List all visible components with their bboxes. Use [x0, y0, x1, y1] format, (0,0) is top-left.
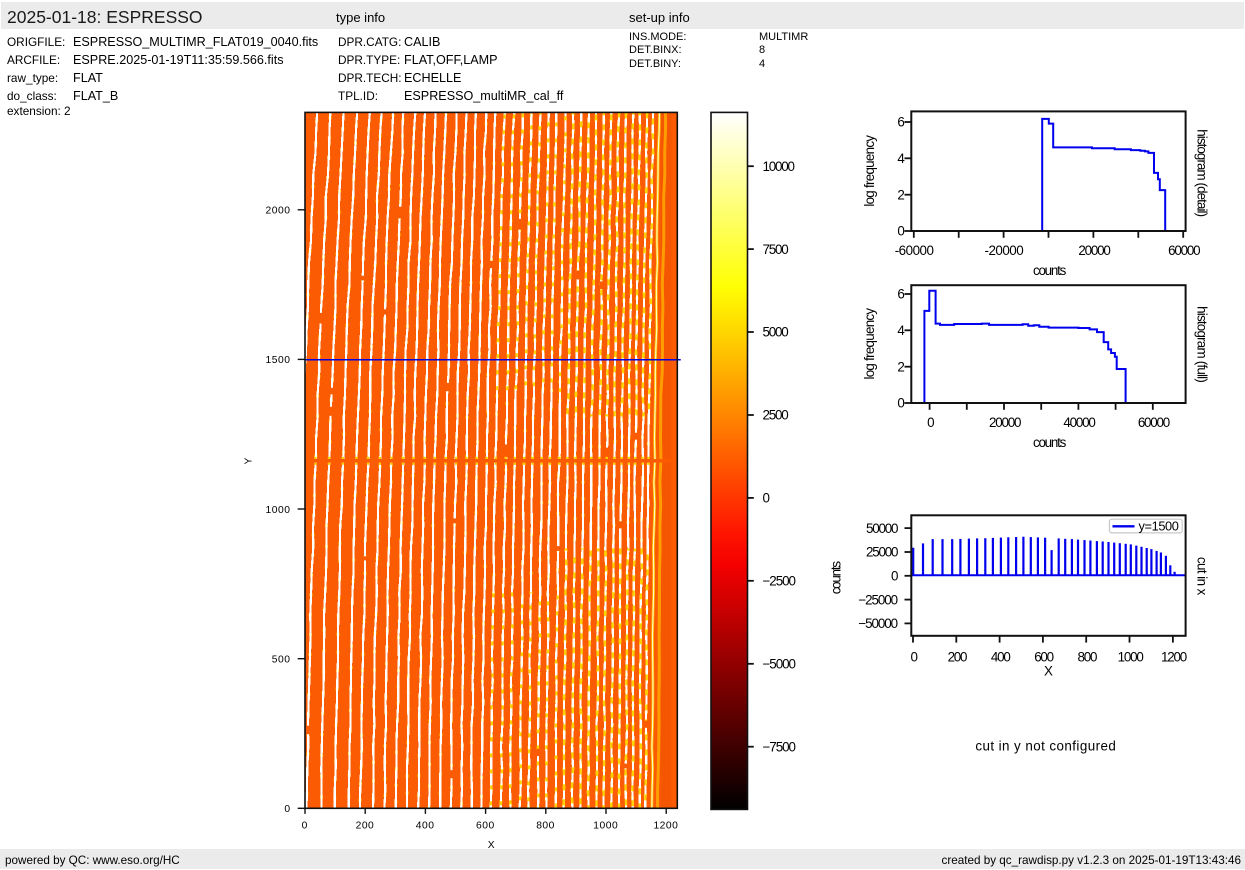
- svg-text:400: 400: [416, 821, 435, 832]
- svg-text:4: 4: [897, 323, 905, 338]
- svg-text:-60000: -60000: [895, 243, 934, 258]
- svg-text:−7500: −7500: [763, 739, 796, 754]
- svg-text:histogram (detail): histogram (detail): [1195, 129, 1210, 216]
- svg-text:2500: 2500: [763, 408, 789, 423]
- svg-text:−25000: −25000: [858, 592, 897, 607]
- svg-text:0: 0: [302, 821, 308, 832]
- svg-text:20000: 20000: [1078, 243, 1110, 258]
- svg-text:5000: 5000: [763, 325, 789, 340]
- svg-text:Y: Y: [244, 457, 255, 464]
- svg-text:2: 2: [897, 359, 904, 374]
- svg-text:10000: 10000: [763, 159, 795, 174]
- svg-text:histogram (full): histogram (full): [1195, 306, 1210, 382]
- svg-text:0: 0: [897, 224, 904, 239]
- svg-text:log frequency: log frequency: [862, 135, 877, 207]
- svg-text:200: 200: [356, 821, 375, 832]
- svg-text:200: 200: [948, 650, 967, 665]
- svg-text:40000: 40000: [1063, 415, 1095, 430]
- svg-text:1000: 1000: [1118, 650, 1144, 665]
- svg-text:600: 600: [476, 821, 495, 832]
- svg-text:800: 800: [1078, 650, 1097, 665]
- svg-text:0: 0: [927, 415, 934, 430]
- svg-text:−2500: −2500: [763, 574, 796, 589]
- svg-text:1200: 1200: [1161, 650, 1187, 665]
- svg-text:6: 6: [897, 115, 904, 130]
- svg-text:6: 6: [897, 287, 904, 302]
- svg-text:y=1500: y=1500: [1139, 519, 1179, 534]
- svg-text:-20000: -20000: [985, 243, 1024, 258]
- svg-text:0: 0: [897, 396, 904, 411]
- svg-text:2000: 2000: [265, 206, 290, 217]
- svg-text:−50000: −50000: [858, 616, 897, 631]
- svg-text:X: X: [1044, 664, 1053, 679]
- svg-text:600: 600: [1034, 650, 1053, 665]
- svg-text:cut in x: cut in x: [1195, 557, 1210, 596]
- svg-text:7500: 7500: [763, 242, 789, 257]
- svg-text:0: 0: [763, 491, 770, 506]
- svg-text:−5000: −5000: [763, 656, 796, 671]
- svg-text:20000: 20000: [989, 415, 1021, 430]
- svg-text:counts: counts: [829, 561, 844, 595]
- svg-text:25000: 25000: [866, 545, 898, 560]
- svg-text:1000: 1000: [265, 505, 290, 516]
- svg-text:counts: counts: [1033, 435, 1067, 450]
- svg-text:2: 2: [897, 187, 904, 202]
- svg-text:0: 0: [284, 804, 290, 815]
- svg-text:log frequency: log frequency: [862, 308, 877, 380]
- svg-text:500: 500: [272, 654, 291, 665]
- svg-text:400: 400: [991, 650, 1010, 665]
- svg-text:0: 0: [911, 650, 918, 665]
- svg-text:60000: 60000: [1138, 415, 1170, 430]
- svg-text:1500: 1500: [265, 355, 290, 366]
- svg-text:1000: 1000: [593, 821, 618, 832]
- svg-text:50000: 50000: [866, 521, 898, 536]
- svg-text:1200: 1200: [653, 821, 678, 832]
- svg-text:4: 4: [897, 151, 905, 166]
- svg-text:60000: 60000: [1168, 243, 1200, 258]
- svg-text:counts: counts: [1033, 263, 1067, 278]
- svg-text:800: 800: [536, 821, 555, 832]
- svg-text:cut in y not configured: cut in y not configured: [975, 739, 1116, 754]
- svg-text:0: 0: [891, 569, 898, 584]
